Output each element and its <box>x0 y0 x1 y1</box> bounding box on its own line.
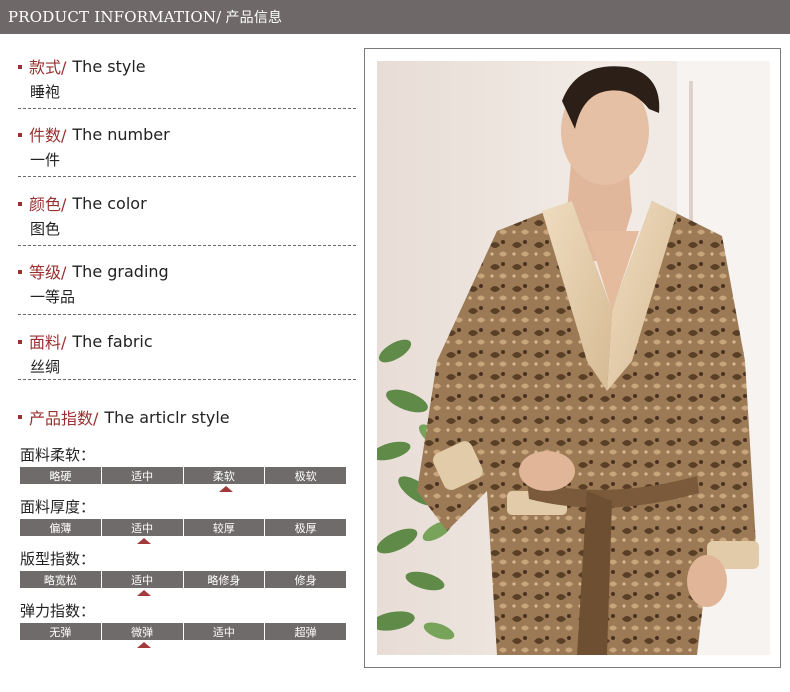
attr-label-cn: 款式/ <box>29 58 67 77</box>
attr-value: 一件 <box>30 151 61 169</box>
marker-row <box>20 640 346 650</box>
bullet-icon <box>18 270 22 274</box>
scale-name: 弹力指数： <box>20 602 96 620</box>
attr-label-en: The color <box>72 193 147 213</box>
divider <box>18 314 356 315</box>
attr-label-cn: 等级/ <box>29 263 67 282</box>
divider <box>18 379 356 380</box>
bullet-icon <box>18 65 22 69</box>
attr-label-cn: 件数/ <box>29 126 67 145</box>
scale-bar: 略宽松 适中 略修身 修身 <box>20 571 346 588</box>
attr-label: 款式/ The style <box>18 55 356 77</box>
product-photo <box>377 61 770 655</box>
scale-name: 面料厚度： <box>20 498 96 516</box>
index-title: 产品指数/ The articlr style <box>18 406 230 428</box>
header-title-en: PRODUCT INFORMATION/ <box>8 8 222 26</box>
scale-option: 超弹 <box>265 623 346 640</box>
robe-model-illustration <box>377 61 770 655</box>
attr-value: 图色 <box>30 220 61 238</box>
scale-bar: 略硬 适中 柔软 极软 <box>20 467 346 484</box>
scale-option: 偏薄 <box>20 519 101 536</box>
scale-option: 微弹 <box>101 623 183 640</box>
scale-option: 适中 <box>101 571 183 588</box>
attr-style: 款式/ The style 睡袍 <box>18 55 356 109</box>
attr-grading: 等级/ The grading 一等品 <box>18 260 356 315</box>
attr-label: 等级/ The grading <box>18 260 356 282</box>
scale-name: 面料柔软： <box>20 446 96 464</box>
divider <box>18 108 356 109</box>
marker-row <box>20 588 346 598</box>
attr-label: 件数/ The number <box>18 123 356 145</box>
bullet-icon <box>18 415 22 419</box>
scale-option: 极软 <box>265 467 346 484</box>
attr-label: 面料/ The fabric <box>18 330 356 352</box>
scale-thickness: 面料厚度： 偏薄 适中 较厚 极厚 <box>20 496 346 546</box>
attr-label-en: The fabric <box>72 331 153 351</box>
scale-option: 无弹 <box>20 623 101 640</box>
scale-option: 极厚 <box>265 519 346 536</box>
attr-label-cn: 颜色/ <box>29 195 67 214</box>
selected-marker-icon <box>137 590 151 596</box>
marker-row <box>20 536 346 546</box>
scale-option: 略宽松 <box>20 571 101 588</box>
scale-option: 柔软 <box>183 467 265 484</box>
scale-option: 适中 <box>101 467 183 484</box>
marker-row <box>20 484 346 494</box>
attr-color: 颜色/ The color 图色 <box>18 192 356 246</box>
attr-label-en: The number <box>72 124 170 144</box>
scale-bar: 无弹 微弹 适中 超弹 <box>20 623 346 640</box>
scale-option: 适中 <box>101 519 183 536</box>
header-title-cn: 产品信息 <box>225 10 283 26</box>
scale-name: 版型指数： <box>20 550 96 568</box>
attr-label: 颜色/ The color <box>18 192 356 214</box>
attr-number: 件数/ The number 一件 <box>18 123 356 177</box>
scale-option: 略修身 <box>183 571 265 588</box>
attr-label-en: The grading <box>72 261 169 281</box>
scale-elasticity: 弹力指数： 无弹 微弹 适中 超弹 <box>20 600 346 650</box>
bullet-icon <box>18 133 22 137</box>
scale-option: 较厚 <box>183 519 265 536</box>
attr-label-cn: 面料/ <box>29 333 67 352</box>
section-header: PRODUCT INFORMATION/ 产品信息 <box>0 0 790 34</box>
product-photo-frame <box>364 48 781 668</box>
bullet-icon <box>18 202 22 206</box>
attr-fabric: 面料/ The fabric 丝绸 <box>18 330 356 380</box>
scale-option: 修身 <box>265 571 346 588</box>
index-title-cn: 产品指数/ <box>29 409 99 428</box>
scale-option: 略硬 <box>20 467 101 484</box>
index-title-en: The articlr style <box>104 407 230 427</box>
selected-marker-icon <box>137 642 151 648</box>
scale-bar: 偏薄 适中 较厚 极厚 <box>20 519 346 536</box>
scale-softness: 面料柔软： 略硬 适中 柔软 极软 <box>20 444 346 494</box>
attr-value: 睡袍 <box>30 83 61 101</box>
bullet-icon <box>18 340 22 344</box>
scale-fit: 版型指数： 略宽松 适中 略修身 修身 <box>20 548 346 598</box>
selected-marker-icon <box>137 538 151 544</box>
attr-value: 丝绸 <box>30 358 61 376</box>
divider <box>18 176 356 177</box>
attr-value: 一等品 <box>30 288 76 306</box>
attr-label-en: The style <box>72 56 146 76</box>
divider <box>18 245 356 246</box>
scale-option: 适中 <box>183 623 265 640</box>
selected-marker-icon <box>219 486 233 492</box>
